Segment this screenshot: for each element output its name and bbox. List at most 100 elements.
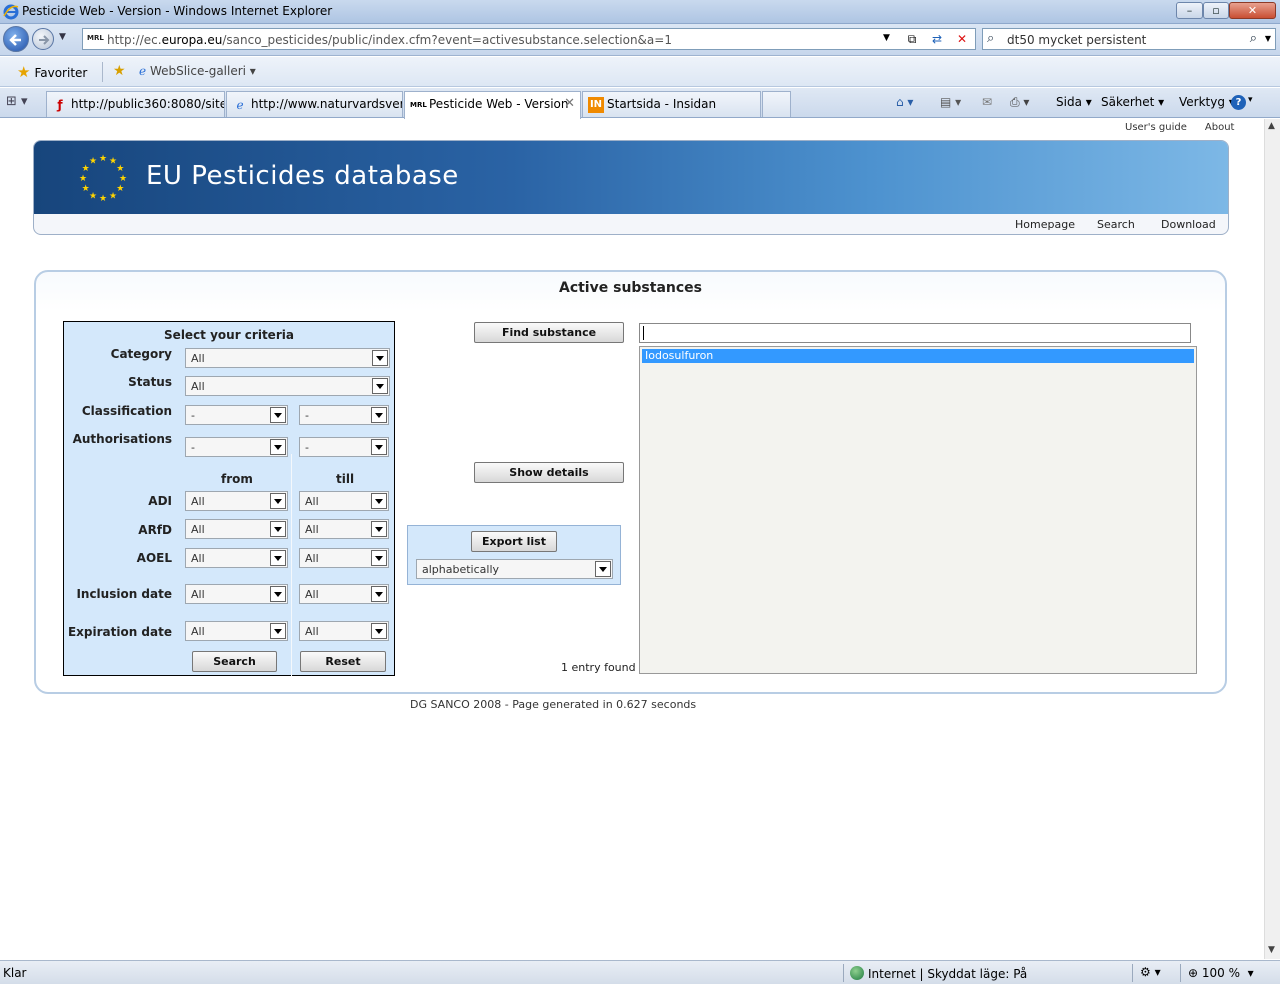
address-url: http://ec.europa.eu/sanco_pesticides/pub… [107, 33, 672, 47]
inclusion-till-select[interactable]: All [299, 584, 389, 604]
stop-icon[interactable]: ✕ [953, 31, 971, 47]
dropdown-arrow-icon [270, 521, 286, 537]
category-select[interactable]: All [185, 348, 390, 368]
help-dropdown-icon[interactable]: ▾ [1248, 95, 1253, 105]
page-viewport: User's guide About ★ ★ ★ ★ ★ ★ ★ ★ ★ ★ ★ ★ EU Pestic… [0, 119, 1264, 959]
help-icon[interactable]: ? [1231, 95, 1246, 110]
eu-star: ★ [89, 191, 97, 201]
inclusion-from-select[interactable]: All [185, 584, 288, 604]
maximize-button[interactable]: ▫ [1203, 2, 1229, 19]
aoel-till-select[interactable]: All [299, 548, 389, 568]
favorites-button[interactable]: ★ Favoriter [17, 63, 87, 81]
substance-result-list[interactable]: Iodosulfuron [639, 346, 1197, 674]
status-select[interactable]: All [185, 376, 390, 396]
about-link[interactable]: About [1205, 122, 1235, 133]
tab-public360[interactable]: ƒ http://public360:8080/sites... [46, 91, 225, 117]
dropdown-arrow-icon [270, 407, 286, 423]
tab-startsida[interactable]: IN Startsida - Insidan [582, 91, 761, 117]
dropdown-arrow-icon [372, 378, 388, 394]
users-guide-link[interactable]: User's guide [1125, 122, 1187, 133]
export-list-button[interactable]: Export list [471, 531, 557, 552]
eu-star: ★ [79, 174, 87, 184]
address-dropdown-icon[interactable]: ▼ [883, 33, 890, 43]
category-label: Category [110, 347, 172, 361]
expiration-from-select[interactable]: All [185, 621, 288, 641]
status-divider [843, 964, 844, 982]
eu-star: ★ [116, 184, 124, 194]
eu-star: ★ [99, 194, 107, 203]
mail-icon[interactable]: ✉ [982, 95, 992, 109]
list-item[interactable]: Iodosulfuron [642, 349, 1194, 363]
aoel-from-select[interactable]: All [185, 548, 288, 568]
classification-select-1[interactable]: - [185, 405, 288, 425]
compatibility-view-icon[interactable]: ⧉ [903, 31, 921, 47]
dropdown-arrow-icon [371, 623, 387, 639]
scroll-up-icon[interactable]: ▲ [1268, 121, 1275, 131]
search-button[interactable]: Search [192, 651, 277, 672]
scroll-down-icon[interactable]: ▼ [1268, 945, 1275, 955]
status-text: Klar [3, 966, 27, 980]
webslice-gallery-link[interactable]: ℯ WebSlice-galleri ▾ [139, 64, 256, 78]
ie-page-icon: ℯ [139, 64, 147, 78]
minimize-button[interactable]: – [1176, 2, 1203, 19]
reset-button[interactable]: Reset [300, 651, 386, 672]
dropdown-arrow-icon [371, 550, 387, 566]
history-dropdown-icon[interactable]: ▼ [59, 32, 66, 42]
search-go-icon[interactable]: ⌕ [1250, 31, 1257, 46]
arfd-from-select[interactable]: All [185, 519, 288, 539]
eu-star: ★ [99, 154, 107, 164]
arfd-till-select[interactable]: All [299, 519, 389, 539]
search-options-icon[interactable]: ▼ [1265, 34, 1271, 43]
address-input[interactable]: MRL http://ec.europa.eu/sanco_pesticides… [82, 28, 976, 50]
vertical-scrollbar[interactable]: ▲ ▼ [1264, 119, 1280, 959]
quick-tabs-icon[interactable]: ⊞ ▾ [6, 94, 28, 109]
tools-menu[interactable]: Verktyg ▾ [1179, 95, 1235, 109]
expiration-till-select[interactable]: All [299, 621, 389, 641]
tab-naturvardsverket[interactable]: ℯ http://www.naturvardsver... [226, 91, 403, 117]
window-titlebar: Pesticide Web - Version - Windows Intern… [0, 0, 1280, 24]
download-link[interactable]: Download [1161, 218, 1216, 231]
expiration-date-label: Expiration date [67, 625, 172, 639]
home-icon[interactable]: ⌂ ▾ [896, 95, 913, 109]
authorisations-select-2[interactable]: - [299, 437, 389, 457]
tab-bar: ⊞ ▾ ƒ http://public360:8080/sites... ℯ h… [0, 88, 1280, 119]
search-link[interactable]: Search [1097, 218, 1135, 231]
print-icon[interactable]: ⎙ ▾ [1010, 95, 1029, 110]
export-panel: Export list alphabetically [407, 525, 621, 585]
zoom-icon: ⊕ [1188, 966, 1199, 980]
globe-icon [850, 966, 864, 980]
refresh-icon[interactable]: ⇄ [928, 31, 946, 47]
search-box[interactable]: ⌕ dt50 mycket persistent ⌕ ▼ [982, 28, 1276, 50]
close-window-button[interactable]: ✕ [1229, 2, 1276, 19]
new-tab-button[interactable] [762, 91, 791, 117]
dropdown-arrow-icon [270, 493, 286, 509]
from-column-header: from [221, 472, 253, 486]
database-title: EU Pesticides database [146, 161, 459, 191]
safety-menu[interactable]: Säkerhet ▾ [1101, 95, 1164, 109]
export-order-select[interactable]: alphabetically [416, 559, 613, 579]
forward-button[interactable] [32, 28, 54, 50]
authorisations-label: Authorisations [72, 432, 172, 446]
homepage-link[interactable]: Homepage [1015, 218, 1075, 231]
authorisations-select-1[interactable]: - [185, 437, 288, 457]
show-details-button[interactable]: Show details [474, 462, 624, 483]
protected-mode-icon[interactable]: ⚙ ▾ [1140, 965, 1161, 979]
tab-pesticide-web[interactable]: MRL Pesticide Web - Version ✕ [404, 91, 581, 119]
find-substance-input[interactable] [639, 323, 1191, 343]
classification-select-2[interactable]: - [299, 405, 389, 425]
arfd-label: ARfD [138, 523, 172, 537]
find-substance-button[interactable]: Find substance [474, 322, 624, 343]
zoom-level[interactable]: ⊕ 100 % ▾ [1188, 966, 1254, 980]
close-tab-icon[interactable]: ✕ [564, 96, 575, 111]
page-menu[interactable]: Sida ▾ [1056, 95, 1092, 109]
adi-till-select[interactable]: All [299, 491, 389, 511]
back-button[interactable] [3, 26, 29, 52]
security-zone[interactable]: Internet | Skyddat läge: På [850, 966, 1027, 981]
dropdown-arrow-icon [270, 550, 286, 566]
search-input[interactable]: dt50 mycket persistent [1007, 33, 1146, 47]
feeds-icon[interactable]: ▤ ▾ [940, 95, 961, 109]
adi-label: ADI [148, 494, 172, 508]
adi-from-select[interactable]: All [185, 491, 288, 511]
add-favorite-icon[interactable]: ★ [113, 63, 126, 79]
text-caret [643, 326, 644, 340]
